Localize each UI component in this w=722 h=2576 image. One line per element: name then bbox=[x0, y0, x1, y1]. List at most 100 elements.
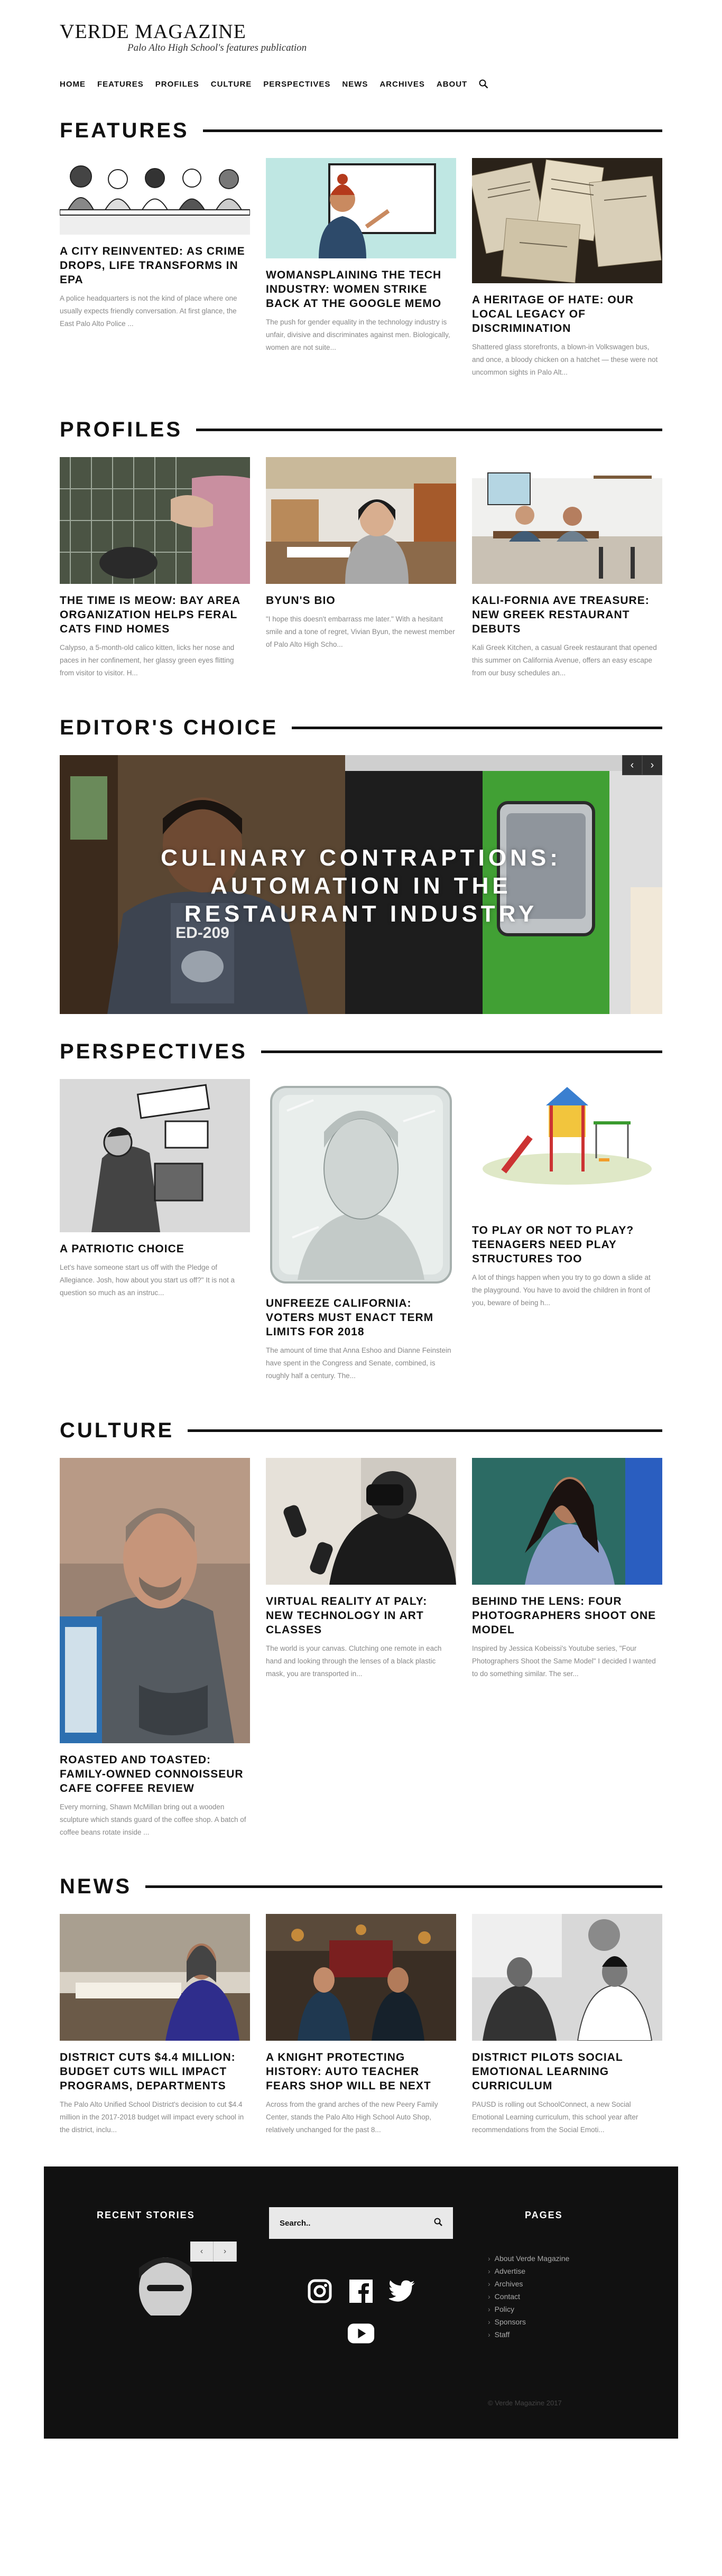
article-thumbnail[interactable] bbox=[266, 158, 456, 258]
recent-stories-controls: ‹ › bbox=[190, 2242, 237, 2262]
article-excerpt: A lot of things happen when you try to g… bbox=[472, 1273, 651, 1307]
slider-controls: ‹ › bbox=[622, 755, 662, 775]
article-card: BYUN'S BIO "I hope this doesn't embarras… bbox=[266, 457, 456, 680]
slide-title[interactable]: CULINARY CONTRAPTIONS: AUTOMATION IN THE… bbox=[60, 844, 662, 928]
site-tagline: Palo Alto High School's features publica… bbox=[127, 42, 307, 53]
profiles-section: PROFILES THE TIME IS MEOW: BAY AREA ORGA… bbox=[60, 416, 662, 677]
article-card: UNFREEZE CALIFORNIA: VOTERS MUST ENACT T… bbox=[266, 1079, 456, 1382]
twitter-icon[interactable] bbox=[388, 2277, 416, 2305]
article-thumbnail[interactable] bbox=[266, 457, 456, 584]
article-thumbnail[interactable] bbox=[266, 1914, 456, 2041]
article-excerpt: "I hope this doesn't embarrass me later.… bbox=[266, 615, 455, 648]
article-thumbnail[interactable] bbox=[472, 1458, 662, 1585]
article-title[interactable]: A KNIGHT PROTECTING HISTORY: AUTO TEACHE… bbox=[266, 2050, 456, 2093]
facebook-icon[interactable] bbox=[347, 2277, 375, 2305]
site-title[interactable]: Verde Magazine bbox=[60, 20, 307, 43]
article-excerpt: Shattered glass storefronts, a blown-in … bbox=[472, 343, 658, 376]
chevron-left-icon[interactable]: ‹ bbox=[190, 2242, 214, 2262]
footer-page-link[interactable]: Archives bbox=[488, 2277, 569, 2290]
culture-section: CULTURE ROASTED AND TOASTED: FAMILY-OWNE… bbox=[60, 1417, 662, 1836]
chevron-right-icon[interactable]: › bbox=[642, 755, 662, 775]
search-icon[interactable] bbox=[479, 79, 488, 89]
nav-features[interactable]: FEATURES bbox=[97, 80, 144, 89]
article-excerpt: A police headquarters is not the kind of… bbox=[60, 294, 237, 328]
chevron-left-icon[interactable]: ‹ bbox=[622, 755, 642, 775]
article-card: VIRTUAL REALITY AT PALY: NEW TECHNOLOGY … bbox=[266, 1458, 456, 1839]
article-thumbnail[interactable] bbox=[472, 457, 662, 584]
article-title[interactable]: BYUN'S BIO bbox=[266, 593, 456, 608]
article-excerpt: The push for gender equality in the tech… bbox=[266, 318, 450, 351]
section-title: NEWS bbox=[60, 1873, 145, 1900]
recent-stories-title: RECENT STORIES bbox=[97, 2210, 195, 2220]
article-title[interactable]: KALI-FORNIA AVE TREASURE: NEW GREEK REST… bbox=[472, 593, 662, 636]
article-excerpt: Every morning, Shawn McMillan bring out … bbox=[60, 1803, 246, 1836]
section-title: EDITOR'S CHOICE bbox=[60, 714, 292, 741]
article-excerpt: Calypso, a 5-month-old calico kitten, li… bbox=[60, 644, 235, 677]
nav-news[interactable]: NEWS bbox=[342, 80, 368, 89]
article-title[interactable]: A HERITAGE OF HATE: OUR LOCAL LEGACY OF … bbox=[472, 293, 662, 336]
article-title[interactable]: TO PLAY OR NOT TO PLAY? TEENAGERS NEED P… bbox=[472, 1223, 662, 1266]
article-thumbnail[interactable] bbox=[266, 1458, 456, 1585]
nav-perspectives[interactable]: PERSPECTIVES bbox=[263, 80, 330, 89]
article-card: ROASTED AND TOASTED: FAMILY-OWNED CONNOI… bbox=[60, 1458, 250, 1839]
article-card: BEHIND THE LENS: FOUR PHOTOGRAPHERS SHOO… bbox=[472, 1458, 662, 1839]
article-thumbnail[interactable] bbox=[472, 158, 662, 283]
article-card: WOMANSPLAINING THE TECH INDUSTRY: WOMEN … bbox=[266, 158, 456, 379]
article-title[interactable]: VIRTUAL REALITY AT PALY: NEW TECHNOLOGY … bbox=[266, 1594, 456, 1637]
recent-story-thumbnail[interactable]: ‹ › bbox=[60, 2242, 237, 2315]
footer-page-link[interactable]: Advertise bbox=[488, 2265, 569, 2277]
article-thumbnail[interactable] bbox=[60, 1458, 250, 1743]
nav-home[interactable]: HOME bbox=[60, 80, 86, 89]
article-card: DISTRICT CUTS $4.4 MILLION: BUDGET CUTS … bbox=[60, 1914, 250, 2136]
article-card: A CITY REINVENTED: AS CRIME DROPS, LIFE … bbox=[60, 158, 250, 379]
chevron-right-icon[interactable]: › bbox=[214, 2242, 237, 2262]
search-icon[interactable] bbox=[434, 2218, 442, 2229]
article-title[interactable]: WOMANSPLAINING THE TECH INDUSTRY: WOMEN … bbox=[266, 268, 456, 311]
featured-slide[interactable]: ED-209 CULINARY CONTRAPTIONS: AUTOMATION… bbox=[60, 755, 662, 1014]
article-thumbnail[interactable] bbox=[60, 158, 250, 235]
article-excerpt: The world is your canvas. Clutching one … bbox=[266, 1644, 442, 1678]
search-input[interactable]: Search.. bbox=[280, 2219, 310, 2228]
article-card: A HERITAGE OF HATE: OUR LOCAL LEGACY OF … bbox=[472, 158, 662, 379]
article-thumbnail[interactable] bbox=[472, 1914, 662, 2041]
perspectives-section: PERSPECTIVES A PATRIOTIC CHOICE Let's ha… bbox=[60, 1038, 662, 1380]
section-title: PERSPECTIVES bbox=[60, 1038, 261, 1065]
article-thumbnail[interactable] bbox=[266, 1079, 456, 1287]
section-title: PROFILES bbox=[60, 416, 197, 443]
article-excerpt: The Palo Alto Unified School District's … bbox=[60, 2100, 244, 2134]
section-title: FEATURES bbox=[60, 117, 203, 144]
article-title[interactable]: ROASTED AND TOASTED: FAMILY-OWNED CONNOI… bbox=[60, 1753, 250, 1796]
social-links bbox=[269, 2277, 453, 2362]
article-thumbnail[interactable] bbox=[60, 1079, 250, 1232]
article-card: KALI-FORNIA AVE TREASURE: NEW GREEK REST… bbox=[472, 457, 662, 680]
nav-archives[interactable]: ARCHIVES bbox=[379, 80, 425, 89]
article-title[interactable]: BEHIND THE LENS: FOUR PHOTOGRAPHERS SHOO… bbox=[472, 1594, 662, 1637]
article-title[interactable]: UNFREEZE CALIFORNIA: VOTERS MUST ENACT T… bbox=[266, 1296, 456, 1339]
article-title[interactable]: DISTRICT CUTS $4.4 MILLION: BUDGET CUTS … bbox=[60, 2050, 250, 2093]
footer-page-link[interactable]: Staff bbox=[488, 2328, 569, 2341]
article-thumbnail[interactable] bbox=[472, 1079, 662, 1214]
article-title[interactable]: A CITY REINVENTED: AS CRIME DROPS, LIFE … bbox=[60, 244, 250, 287]
instagram-icon[interactable] bbox=[306, 2277, 334, 2305]
editors-choice-section: EDITOR'S CHOICE ED-209 CULINARY CONTRAPT… bbox=[60, 714, 662, 1014]
article-thumbnail[interactable] bbox=[60, 1914, 250, 2041]
article-title[interactable]: DISTRICT PILOTS SOCIAL EMOTIONAL LEARNIN… bbox=[472, 2050, 662, 2093]
main-nav: HOME FEATURES PROFILES CULTURE PERSPECTI… bbox=[60, 79, 488, 89]
footer-page-link[interactable]: Policy bbox=[488, 2303, 569, 2315]
article-thumbnail[interactable] bbox=[60, 457, 250, 584]
footer-pages-list: About Verde Magazine Advertise Archives … bbox=[488, 2252, 570, 2341]
article-excerpt: The amount of time that Anna Eshoo and D… bbox=[266, 1346, 451, 1380]
footer-search[interactable]: Search.. bbox=[269, 2207, 453, 2239]
footer-page-link[interactable]: About Verde Magazine bbox=[488, 2252, 570, 2265]
article-card: A KNIGHT PROTECTING HISTORY: AUTO TEACHE… bbox=[266, 1914, 456, 2136]
nav-about[interactable]: ABOUT bbox=[437, 80, 467, 89]
youtube-icon[interactable] bbox=[347, 2320, 375, 2347]
nav-profiles[interactable]: PROFILES bbox=[155, 80, 199, 89]
nav-culture[interactable]: CULTURE bbox=[211, 80, 252, 89]
article-title[interactable]: THE TIME IS MEOW: BAY AREA ORGANIZATION … bbox=[60, 593, 250, 636]
features-section: FEATURES A CITY REINVENTED: AS CRIME DRO… bbox=[60, 117, 662, 376]
site-footer: RECENT STORIES ‹ › Search.. PAGES › Abou… bbox=[44, 2166, 678, 2439]
footer-page-link[interactable]: Contact bbox=[488, 2290, 569, 2303]
article-title[interactable]: A PATRIOTIC CHOICE bbox=[60, 1242, 250, 1256]
footer-page-link[interactable]: Sponsors bbox=[488, 2315, 569, 2328]
